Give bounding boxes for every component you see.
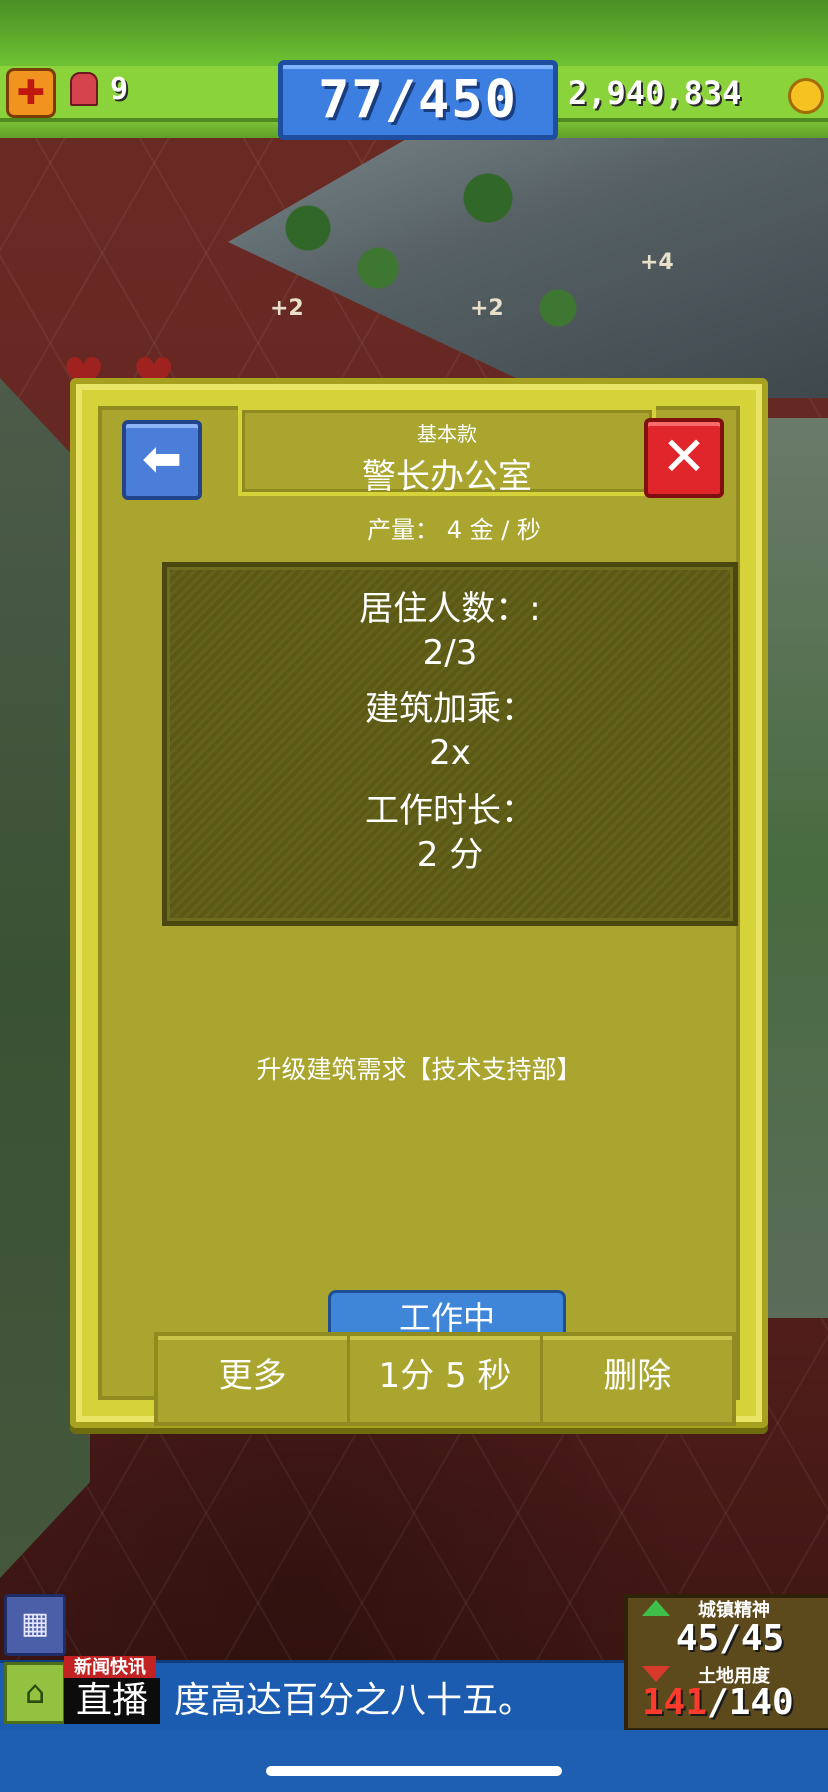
arrow-up-icon [642,1600,670,1616]
top-hud: ✚ 9 77/450 2,940,834 [0,0,828,140]
stats-panel: 居住人数：: 2/3 建筑加乘： 2x 工作时长： 2 分 [162,562,738,926]
stat-label: 工作时长： [365,791,535,831]
action-button-row: 更多 1分 5 秒 删除 [154,1332,736,1426]
stat-value: 2/3 [422,633,478,673]
production-rate: 产量： 4 金 / 秒 [367,516,541,544]
title-plate: 基本款 警长办公室 [238,406,656,497]
stat-value: 2 分 [416,835,484,875]
building-info-dialog: 基本款 警长办公室 产量： 4 金 / 秒 居住人数：: 2/3 建筑加乘： 2… [70,378,768,1428]
population-counter[interactable]: 77/450 [278,60,558,140]
gold-amount: 2,940,834 [568,74,742,112]
working-status-tab: 工作中 [328,1290,566,1337]
town-spirit-value: 45/45 [675,1618,785,1659]
news-label: 新闻快讯 [64,1656,156,1680]
bottom-bar [0,1730,828,1792]
town-stats-panel[interactable]: 城镇精神 45/45 土地用度 141/140 [624,1594,828,1732]
floating-bonus: +2 [470,296,504,321]
home-indicator[interactable] [266,1766,562,1776]
timer-button[interactable]: 1分 5 秒 [350,1336,543,1422]
upgrade-requirement: 升级建筑需求【技术支持部】 [256,1055,582,1084]
back-arrow-icon[interactable]: ⬅ [122,420,202,500]
building-subtitle: 基本款 [417,422,477,446]
building-title: 警长办公室 [362,457,532,497]
dialog-body: 基本款 警长办公室 产量： 4 金 / 秒 居住人数：: 2/3 建筑加乘： 2… [98,406,740,1426]
delete-button[interactable]: 删除 [543,1336,732,1422]
stat-multiplier: 建筑加乘： 2x [167,687,733,775]
home-icon[interactable]: ⌂ [4,1662,66,1724]
land-use-total: /140 [707,1682,794,1723]
stat-residents: 居住人数：: 2/3 [167,587,733,675]
floating-bonus: +4 [640,250,674,275]
siren-count: 9 [110,72,129,107]
siren-icon[interactable] [70,72,98,106]
land-use-used: 141 [642,1682,708,1723]
stat-work-time: 工作时长： 2 分 [167,789,733,877]
stat-label: 建筑加乘： [365,689,535,729]
news-text: 度高达百分之八十五。 [174,1680,535,1721]
live-label: 直播 [64,1678,161,1724]
arrow-down-icon [642,1666,670,1682]
population-value: 77/450 [318,70,518,130]
land-use-value: 141/140 [642,1682,794,1723]
calendar-icon[interactable]: ▦ [4,1594,66,1656]
close-x-icon[interactable]: ✕ [644,418,724,498]
more-button[interactable]: 更多 [158,1336,351,1422]
stat-label: 居住人数：: [359,589,541,629]
gold-coin-icon [788,78,824,114]
medkit-icon[interactable]: ✚ [6,68,56,118]
stat-value: 2x [429,733,471,773]
floating-bonus: +2 [270,296,304,321]
